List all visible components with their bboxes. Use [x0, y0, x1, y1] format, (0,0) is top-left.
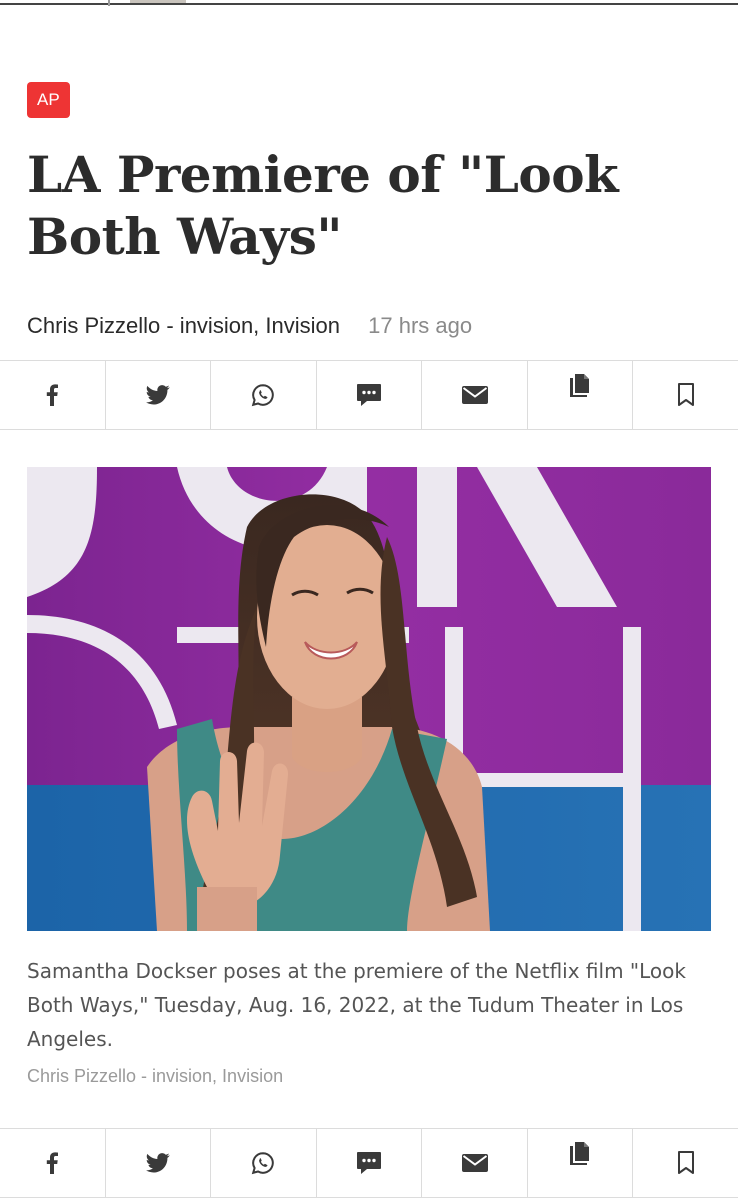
bookmark-icon: [677, 1151, 694, 1174]
share-copy-button[interactable]: [528, 361, 634, 429]
photo-credit: Chris Pizzello - invision, Invision: [27, 1066, 284, 1086]
share-twitter-button[interactable]: [106, 1129, 212, 1197]
whatsapp-icon: [252, 1152, 275, 1175]
whatsapp-icon: [252, 384, 275, 407]
email-icon: [461, 386, 488, 404]
photo-caption: Samantha Dockser poses at the premiere o…: [27, 959, 686, 1051]
share-comment-button[interactable]: [317, 361, 423, 429]
share-bar-top: [0, 360, 738, 430]
copy-icon: [570, 1142, 590, 1165]
facebook-icon: [47, 384, 59, 406]
facebook-icon: [47, 1152, 59, 1174]
comment-icon: [357, 384, 382, 406]
comment-icon: [357, 1152, 382, 1174]
share-copy-button[interactable]: [528, 1129, 634, 1197]
share-whatsapp-button[interactable]: [211, 361, 317, 429]
email-icon: [461, 1154, 488, 1172]
browser-top-edge: [0, 0, 738, 8]
share-email-button[interactable]: [422, 361, 528, 429]
share-twitter-button[interactable]: [106, 361, 212, 429]
bookmark-icon: [677, 383, 694, 406]
article-photo[interactable]: [27, 467, 711, 931]
byline: Chris Pizzello - invision, Invision 17 h…: [27, 312, 472, 340]
share-facebook-button[interactable]: [0, 1129, 106, 1197]
byline-author[interactable]: Chris Pizzello - invision, Invision: [27, 313, 340, 338]
source-badge[interactable]: AP: [27, 82, 70, 118]
share-email-button[interactable]: [422, 1129, 528, 1197]
copy-icon: [570, 374, 590, 397]
share-bookmark-button[interactable]: [633, 361, 738, 429]
share-comment-button[interactable]: [317, 1129, 423, 1197]
share-facebook-button[interactable]: [0, 361, 106, 429]
share-bookmark-button[interactable]: [633, 1129, 738, 1197]
twitter-icon: [145, 385, 170, 405]
twitter-icon: [145, 1153, 170, 1173]
byline-timestamp: 17 hrs ago: [368, 313, 473, 338]
premiere-photo-illustration: [27, 467, 711, 931]
share-bar-bottom: [0, 1128, 738, 1198]
share-whatsapp-button[interactable]: [211, 1129, 317, 1197]
article-headline: LA Premiere of "Look Both Ways": [27, 145, 619, 266]
